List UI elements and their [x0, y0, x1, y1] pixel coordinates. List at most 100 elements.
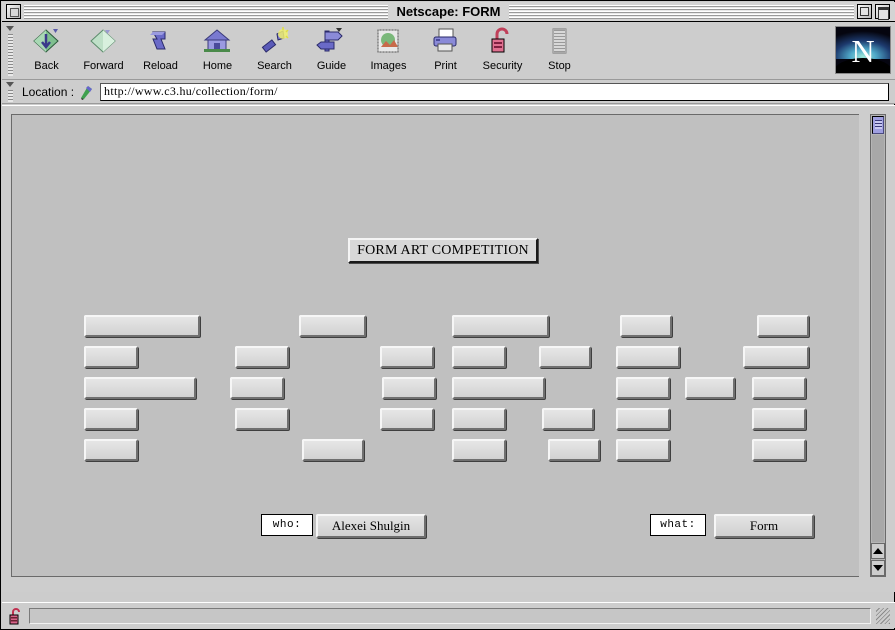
toolbar-button-label: Guide	[316, 60, 347, 72]
content-region: FORM ART COMPETITION who: Alexei Shulgin w…	[2, 105, 895, 592]
toolbar-button-home[interactable]: Home	[189, 26, 246, 72]
letter-M-segment[interactable]	[752, 439, 806, 461]
flashlight-search-icon	[259, 26, 291, 58]
letter-R-segment[interactable]	[539, 346, 591, 368]
letter-R-segment[interactable]	[542, 408, 594, 430]
bookmark-quill-icon[interactable]	[78, 83, 96, 101]
home-icon	[202, 26, 234, 58]
toolbar-button-group: Back Forward Reload Home Search Guide Im…	[18, 22, 588, 72]
toolbar-button-label: Print	[434, 60, 457, 72]
guide-signpost-icon	[315, 26, 348, 58]
collapse-box[interactable]	[875, 4, 890, 20]
browser-label: browser:	[448, 576, 522, 577]
letter-O-segment[interactable]	[380, 408, 434, 430]
toolbar-button-label: Images	[370, 60, 407, 72]
letter-M-segment[interactable]	[616, 408, 670, 430]
toolbar-button-label: Home	[202, 60, 233, 72]
letter-O-segment[interactable]	[382, 377, 436, 399]
resize-grip[interactable]	[876, 607, 890, 624]
browser-window: Netscape: FORM Back Forward Reload Home …	[0, 0, 895, 630]
toolbar-button-label: Stop	[548, 60, 571, 72]
letter-F-segment[interactable]	[84, 346, 138, 368]
printer-icon	[430, 26, 462, 58]
zoom-box[interactable]	[857, 4, 872, 19]
status-message-field	[29, 607, 871, 624]
letter-M-segment[interactable]	[685, 377, 735, 399]
letter-M-segment[interactable]	[616, 346, 680, 368]
letter-R-segment[interactable]	[452, 439, 506, 461]
toolbar-button-forward[interactable]: Forward	[75, 26, 132, 72]
letter-R-segment[interactable]	[452, 377, 545, 399]
scrollbar-thumb[interactable]	[872, 116, 884, 134]
scroll-down-arrow-icon	[873, 565, 883, 571]
url-input[interactable]	[100, 82, 889, 101]
page-canvas: FORM ART COMPETITION who: Alexei Shulgin w…	[11, 114, 859, 577]
toolbar-button-search[interactable]: Search	[246, 26, 303, 72]
letter-M-segment[interactable]	[616, 439, 670, 461]
letter-O-segment[interactable]	[230, 377, 284, 399]
what-label: what:	[650, 514, 706, 536]
letter-R-segment[interactable]	[452, 315, 549, 337]
toolbar-button-label: Reload	[143, 60, 178, 72]
toolbar-button-print[interactable]: Print	[417, 26, 474, 72]
letter-R-segment[interactable]	[548, 439, 600, 461]
images-icon	[373, 26, 405, 58]
open-padlock-icon[interactable]	[8, 607, 24, 625]
toolbar-button-back[interactable]: Back	[18, 26, 75, 72]
toolbar-button-label: Search	[257, 60, 292, 72]
svg-text:N: N	[851, 33, 874, 69]
back-arrow-icon	[31, 26, 63, 58]
toolbar-button-label: Security	[482, 60, 523, 72]
page-banner[interactable]: FORM ART COMPETITION	[348, 238, 538, 263]
letter-O-segment[interactable]	[299, 315, 366, 337]
letter-R-segment[interactable]	[452, 408, 506, 430]
forward-arrow-icon	[88, 26, 120, 58]
location-bar: Location :	[2, 80, 895, 104]
browser-value-button[interactable]: Netscape 3.0	[529, 576, 625, 577]
vertical-scrollbar[interactable]	[870, 114, 886, 577]
letter-M-segment[interactable]	[620, 315, 672, 337]
letter-F-segment[interactable]	[84, 315, 200, 337]
letter-M-segment[interactable]	[752, 408, 806, 430]
letter-M-segment[interactable]	[616, 377, 670, 399]
letter-M-segment[interactable]	[757, 315, 809, 337]
letter-F-segment[interactable]	[84, 408, 138, 430]
scrollbar-track[interactable]	[872, 135, 884, 542]
toolbar-button-label: Back	[34, 60, 59, 72]
toolbar-button-stop[interactable]: Stop	[531, 26, 588, 72]
open-lock-icon	[487, 26, 519, 58]
letter-F-segment[interactable]	[84, 439, 138, 461]
location-grip-dots	[7, 89, 13, 102]
who-label: who:	[261, 514, 313, 536]
toolbar-collapse-arrow-icon	[6, 26, 14, 31]
toolbar-grip-dots	[7, 34, 13, 76]
scroll-up-arrow-icon	[873, 548, 883, 554]
where-value-button[interactable]: c3	[172, 576, 248, 577]
where-label: where:	[85, 576, 169, 577]
who-value-button[interactable]: Alexei Shulgin	[316, 514, 426, 538]
letter-F-segment[interactable]	[84, 377, 196, 399]
netscape-n-logo[interactable]: N	[833, 26, 893, 88]
toolbar-collapse-grip[interactable]	[2, 22, 18, 80]
what-value-button[interactable]: Form	[714, 514, 814, 538]
letter-M-segment[interactable]	[752, 377, 806, 399]
letter-O-segment[interactable]	[380, 346, 434, 368]
letter-R-segment[interactable]	[452, 346, 506, 368]
scroll-down-button[interactable]	[871, 560, 885, 576]
location-label: Location :	[22, 84, 75, 99]
letter-O-segment[interactable]	[302, 439, 364, 461]
toolbar-button-images[interactable]: Images	[360, 26, 417, 72]
letter-O-segment[interactable]	[235, 408, 289, 430]
close-box[interactable]	[6, 4, 21, 19]
location-collapse-grip[interactable]	[2, 80, 18, 104]
navigation-toolbar: Back Forward Reload Home Search Guide Im…	[2, 22, 895, 88]
toolbar-button-reload[interactable]: Reload	[132, 26, 189, 72]
letter-M-segment[interactable]	[743, 346, 809, 368]
toolbar-button-security[interactable]: Security	[474, 26, 531, 72]
toolbar-button-label: Forward	[83, 60, 124, 72]
toolbar-button-guide[interactable]: Guide	[303, 26, 360, 72]
stop-icon	[544, 26, 576, 58]
status-bar	[2, 602, 895, 628]
letter-O-segment[interactable]	[235, 346, 289, 368]
scroll-up-button[interactable]	[871, 543, 885, 559]
